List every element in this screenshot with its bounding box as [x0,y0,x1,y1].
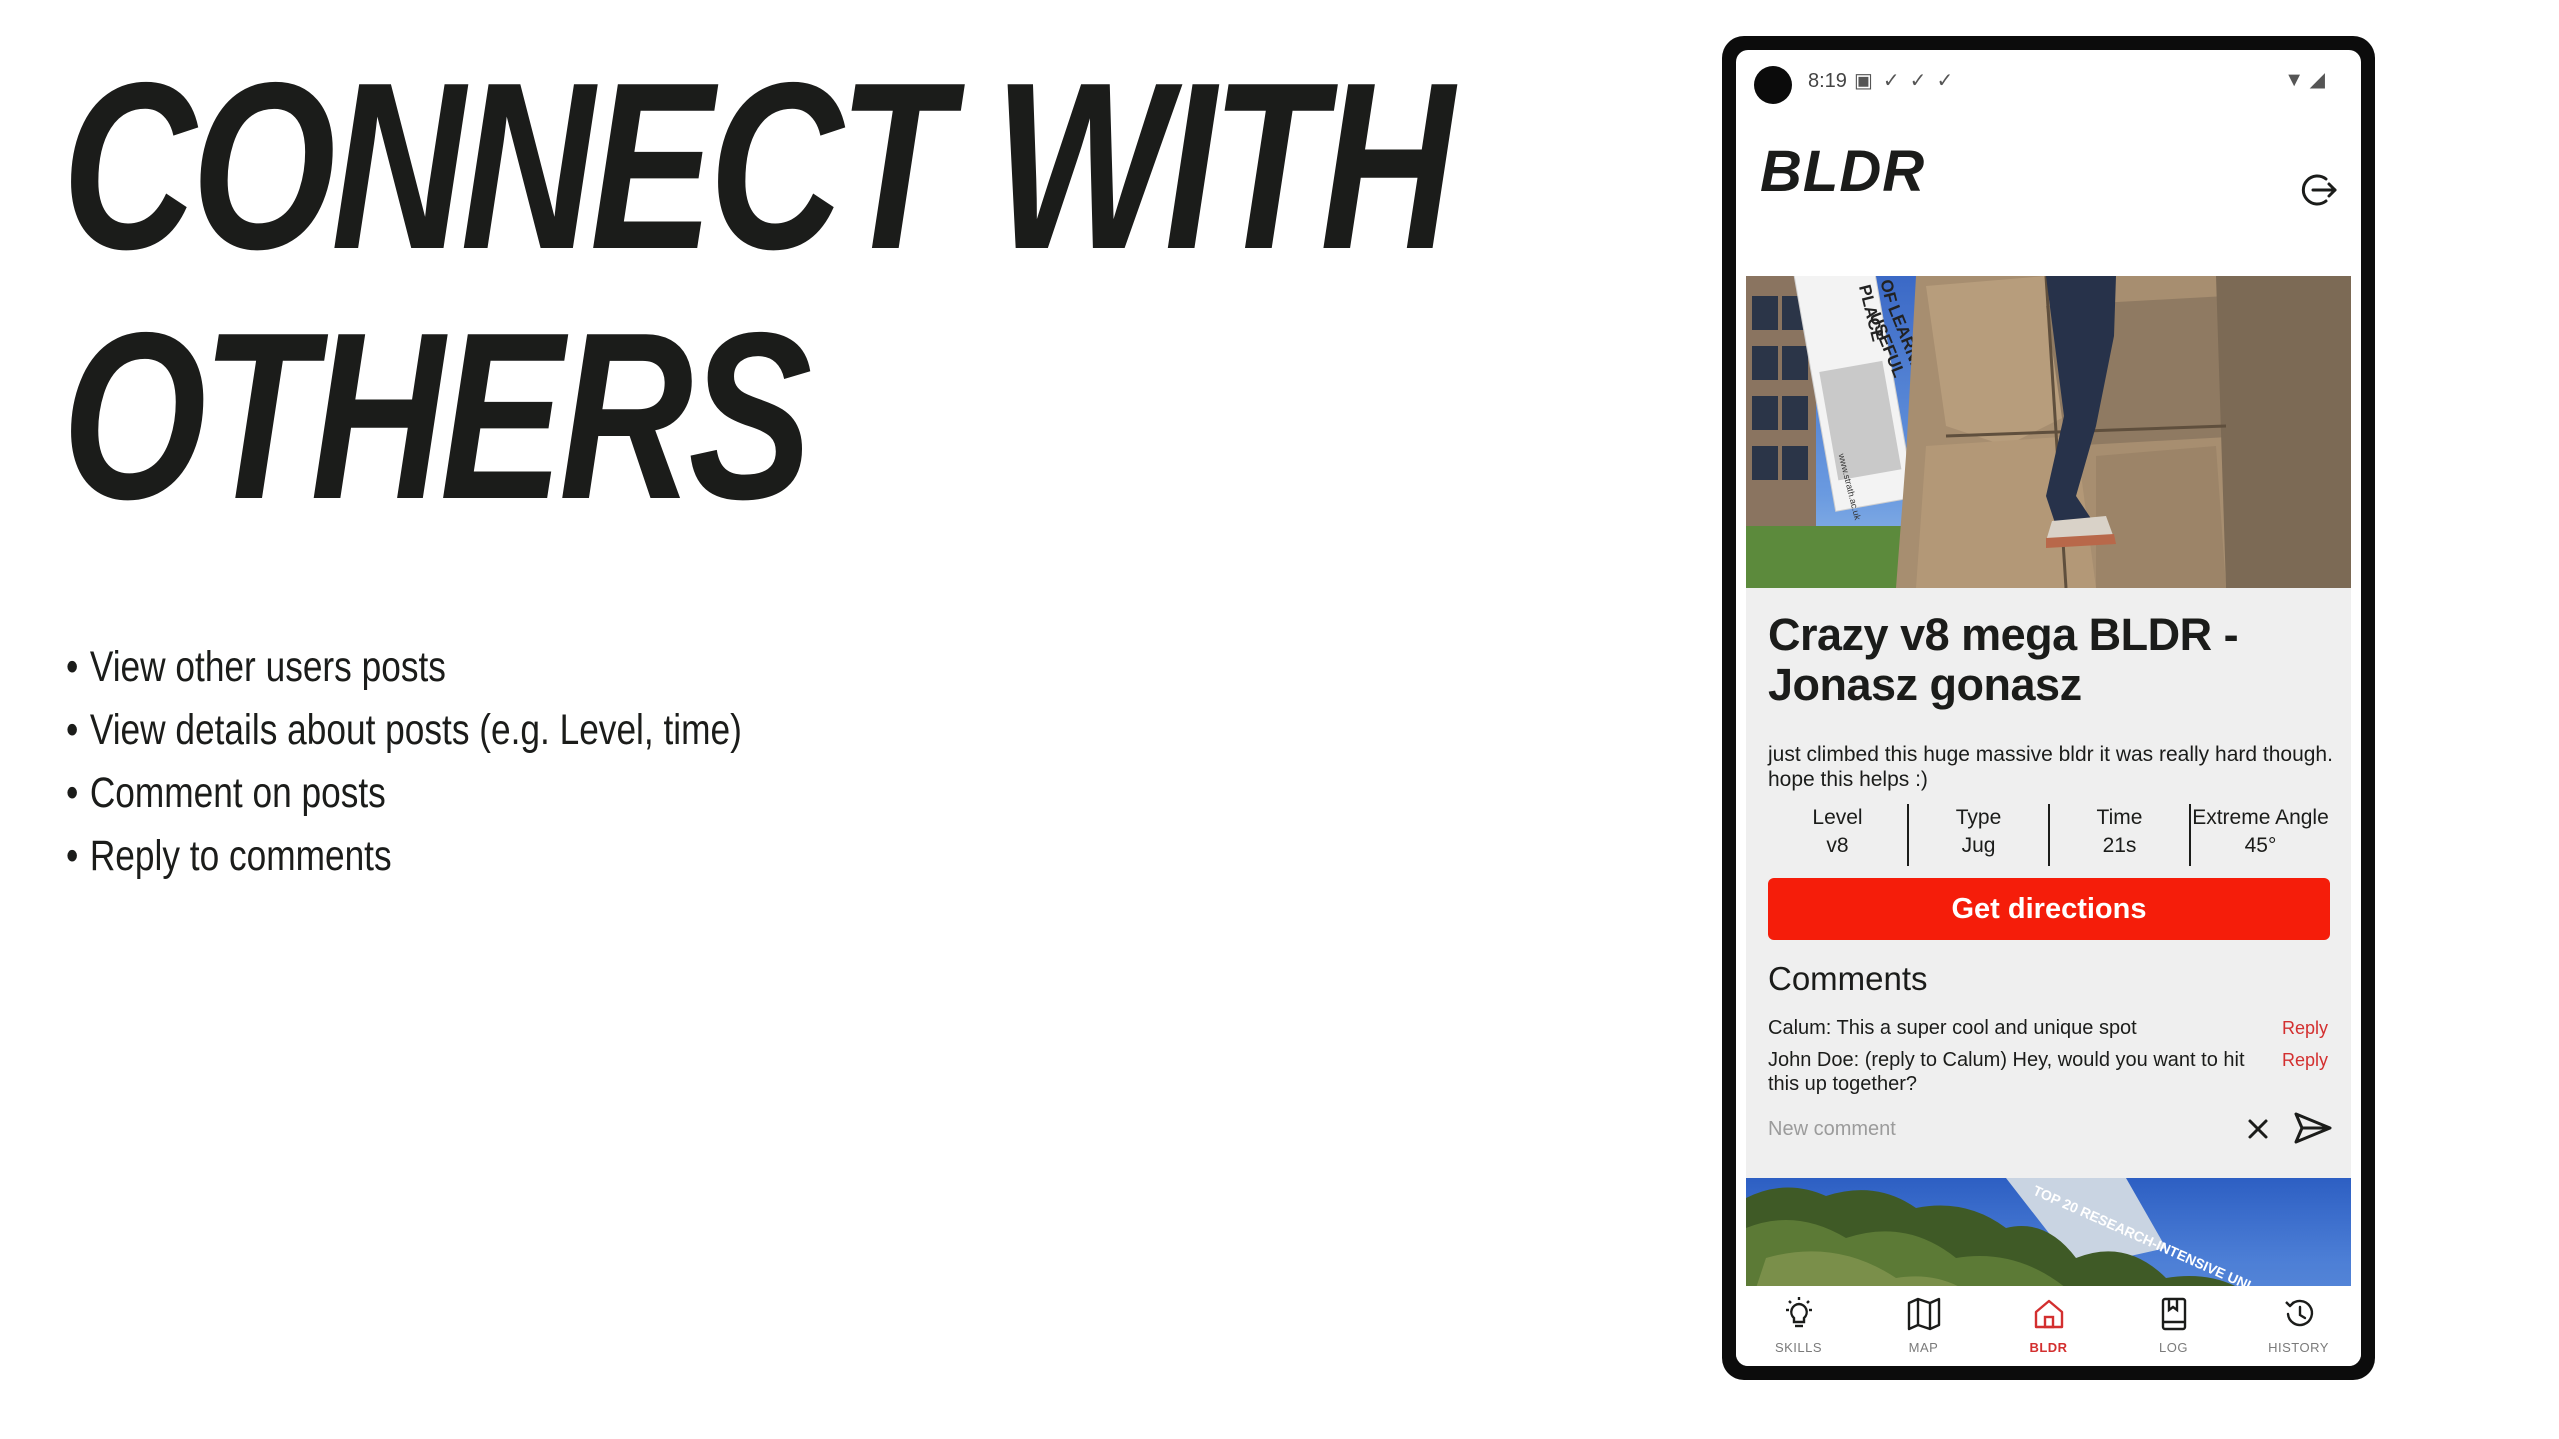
comment-text: John Doe: (reply to Calum) Hey, would yo… [1768,1049,2245,1095]
stat-label: Level [1812,806,1863,829]
feature-item: Reply to comments [66,825,742,888]
check-icon: ✓ [1936,70,1964,92]
comment-item: Calum: This a super cool and unique spot… [1768,1016,2328,1040]
post-card: Crazy v8 mega BLDR - Jonasz gonasz just … [1746,588,2351,1178]
stat-label: Time [2096,806,2143,829]
new-comment-input[interactable] [1768,1118,2238,1141]
nav-label: LOG [2159,1340,2188,1355]
feature-item: View other users posts [66,636,742,699]
stat-time: Time 21s [2050,804,2191,866]
check-icon: ✓ [1882,70,1910,92]
wifi-icon: ▼ [2284,69,2305,91]
send-icon[interactable] [2292,1108,2334,1148]
feature-item: Comment on posts [66,762,742,825]
slide-title-line-1: CONNECT WITH [62,34,1454,299]
notification-icons: ▣✓✓✓ [1854,68,1963,93]
signal-icon: ◢ [2309,69,2325,91]
stat-value: 45° [2244,834,2277,857]
lightbulb-icon [1785,1297,1812,1328]
post-title: Crazy v8 mega BLDR - Jonasz gonasz [1768,609,2239,710]
stat-value: 21s [2102,834,2137,857]
climbing-photo: PLACE OF USEFUL LEARNING www.strath.ac.u… [1746,276,2351,588]
nav-label: HISTORY [2268,1340,2329,1355]
close-icon[interactable] [2242,1113,2274,1145]
system-icons: ▼ ◢ [2284,67,2325,92]
phone-screen: 8:19 ▣✓✓✓ ▼ ◢ BLDR PLACE OF USEFUL LEARN… [1736,50,2361,1366]
app-logo: BLDR [1760,139,1926,204]
a-icon: ▣ [1854,70,1883,92]
stat-type: Type Jug [1909,804,2050,866]
stat-label: Type [1955,806,2002,829]
slide-title-line-2: OTHERS [62,284,812,549]
history-icon [2284,1299,2313,1327]
nav-item-history[interactable]: HISTORY [2236,1286,2361,1366]
stat-level: Level v8 [1768,804,1909,866]
campus-photo: TOP 20 RESEARCH-INTENSIVE UNI [1746,1178,2254,1286]
bottom-nav: SKILLS MAP BLDR LOG HISTORY [1736,1286,2361,1366]
home-icon [2034,1299,2063,1329]
status-bar: 8:19 ▣✓✓✓ ▼ ◢ [1736,50,2361,110]
feature-list: View other users posts View details abou… [66,636,742,888]
post-stats: Level v8 Type Jug Time 21s Extreme Angle… [1768,804,2330,866]
phone-frame: 8:19 ▣✓✓✓ ▼ ◢ BLDR PLACE OF USEFUL LEARN… [1722,36,2375,1380]
book-icon [2161,1297,2186,1331]
nav-item-log[interactable]: LOG [2111,1286,2236,1366]
nav-label: SKILLS [1774,1340,1823,1355]
comment-text: Calum: This a super cool and unique spot [1768,1017,2137,1039]
comments-heading: Comments [1768,960,1928,997]
next-post-image: TOP 20 RESEARCH-INTENSIVE UNI [1746,1178,2351,1286]
stat-value: v8 [1826,834,1849,857]
nav-label: MAP [1908,1340,1939,1355]
nav-item-bldr[interactable]: BLDR [1986,1286,2111,1366]
post-description: just climbed this huge massive bldr it w… [1768,743,2333,791]
camera-cutout [1754,66,1792,104]
logout-icon[interactable] [2299,170,2339,210]
nav-item-skills[interactable]: SKILLS [1736,1286,1861,1366]
stat-value: Jug [1961,834,1996,857]
feature-item: View details about posts (e.g. Level, ti… [66,699,742,762]
slide-title: CONNECT WITH OTHERS [62,34,1454,549]
check-icon: ✓ [1909,70,1937,92]
post-image: PLACE OF USEFUL LEARNING www.strath.ac.u… [1746,276,2351,588]
post-feed[interactable]: PLACE OF USEFUL LEARNING www.strath.ac.u… [1746,276,2351,1286]
comment-item: John Doe: (reply to Calum) Hey, would yo… [1768,1048,2328,1096]
nav-label: BLDR [2029,1340,2068,1355]
get-directions-button[interactable]: Get directions [1768,878,2330,940]
reply-button[interactable]: Reply [2282,1016,2328,1040]
status-time: 8:19 [1808,70,1847,92]
nav-item-map[interactable]: MAP [1861,1286,1986,1366]
stat-label: Extreme Angle [2192,806,2329,829]
reply-button[interactable]: Reply [2282,1048,2328,1072]
stat-angle: Extreme Angle 45° [2191,804,2330,866]
map-icon [1907,1297,1940,1331]
